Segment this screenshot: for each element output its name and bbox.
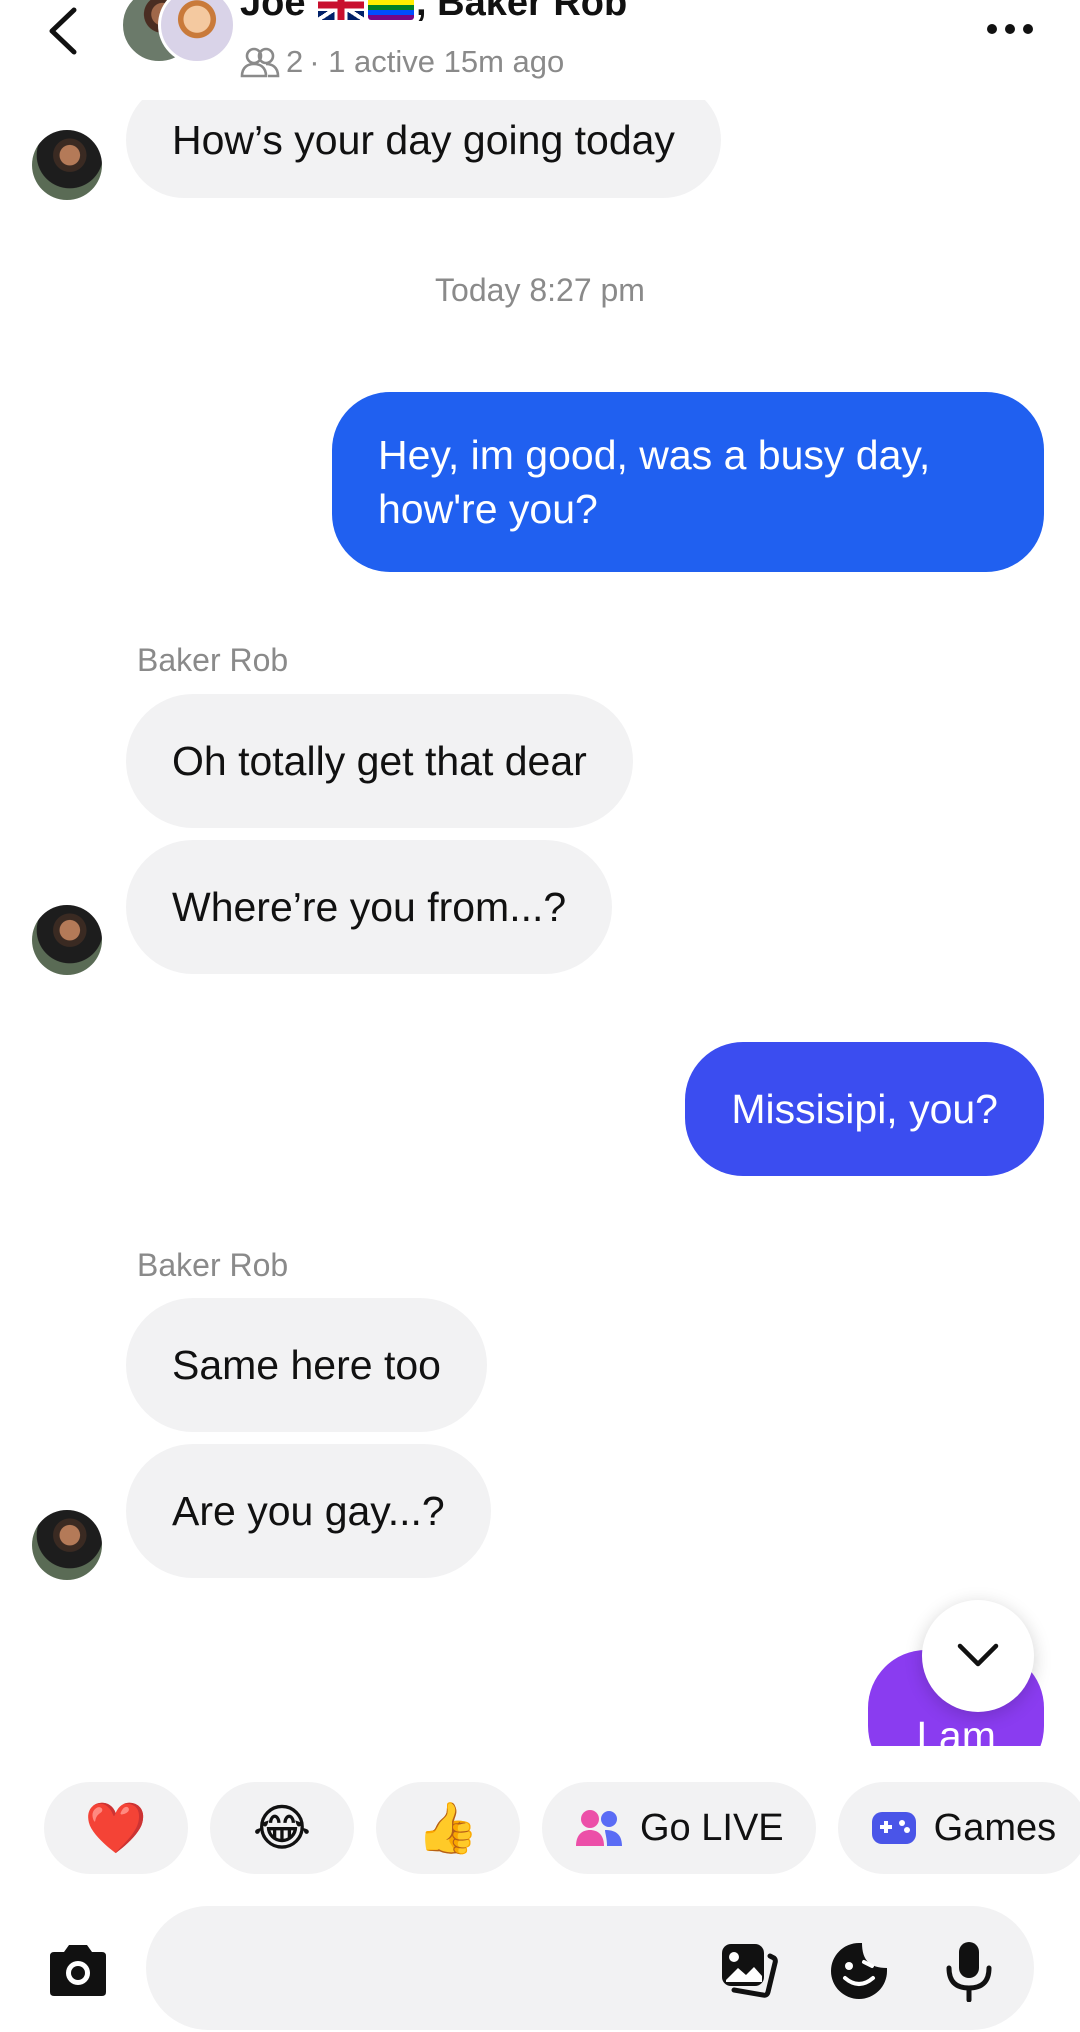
back-chevron-icon [49,7,77,55]
thumbs-up-emoji-icon: 👍 [416,1799,480,1856]
heart-emoji-icon: ❤️ [84,1799,148,1856]
active-status: · 1 active 15m ago [309,44,565,79]
chat-header: Joe , Baker Rob 2 · 1 active 15m ago [0,0,1080,100]
message-text: How’s your day going today [172,116,675,163]
quick-reaction-laugh[interactable]: 😂 [210,1782,354,1874]
gallery-icon[interactable] [718,1940,780,2002]
go-live-label: Go LIVE [640,1806,784,1849]
title-name-baker-rob: , Baker Rob [416,0,628,24]
more-dot [1005,24,1015,34]
quick-reaction-heart[interactable]: ❤️ [44,1782,188,1874]
message-bubble-incoming[interactable]: Where’re you from...? [126,840,613,974]
quick-actions-row: ❤️ 😂 👍 Go LIVE Games [44,1782,1080,1874]
go-live-button[interactable]: Go LIVE [542,1782,816,1874]
message-bubble-outgoing[interactable]: Hey, im good, was a busy day, how're you… [332,392,1044,572]
quick-reaction-thumbs-up[interactable]: 👍 [376,1782,520,1874]
sender-name: Baker Rob [137,1247,289,1283]
more-dot [1023,24,1033,34]
message-composer [0,1900,1080,2032]
back-button[interactable] [40,2,86,60]
title-name-joe: Joe [240,0,306,24]
sender-name: Baker Rob [137,642,289,678]
member-count: 2 [286,44,304,79]
chat-subtitle: 2 · 1 active 15m ago [240,44,564,80]
chevron-down-icon [957,1643,999,1667]
microphone-icon[interactable] [938,1940,1000,2002]
message-text-line1: Hey, im good, was a busy day, [378,432,931,478]
message-bubble-outgoing[interactable]: Missisipi, you? [685,1042,1044,1176]
sender-avatar[interactable] [32,1510,102,1580]
game-controller-icon [871,1812,916,1844]
scroll-to-bottom-button[interactable] [922,1600,1034,1712]
message-text-line2: how're you? [378,486,598,532]
message-text: Are you gay...? [172,1487,445,1534]
rainbow-flag-icon [368,0,415,20]
games-button[interactable]: Games [837,1782,1080,1874]
more-dots-icon [987,24,997,34]
group-people-icon [240,47,280,78]
sticker-icon[interactable] [828,1940,890,2002]
go-live-people-icon [576,1810,622,1846]
message-text: I am [916,1712,996,1747]
message-bubble-incoming[interactable]: Are you gay...? [126,1444,491,1578]
message-input-container[interactable] [146,1906,1034,2032]
message-text: Missisipi, you? [731,1085,998,1132]
message-input[interactable] [176,1906,700,2032]
camera-icon[interactable] [44,1942,112,1998]
sender-avatar[interactable] [32,130,102,200]
chat-title[interactable]: Joe , Baker Rob [240,0,627,25]
uk-flag-icon [318,0,365,20]
laugh-emoji-icon: 😂 [252,1800,312,1856]
group-avatar[interactable] [120,0,236,76]
message-timestamp: Today 8:27 pm [435,272,645,308]
chat-screen: Joe , Baker Rob 2 · 1 active 15m ago How… [0,0,1080,2032]
games-label: Games [933,1806,1057,1849]
message-bubble-incoming[interactable]: Same here too [126,1298,487,1432]
message-text: Where’re you from...? [172,883,567,930]
more-options-button[interactable] [980,4,1040,54]
message-bubble-incoming[interactable]: Oh totally get that dear [126,694,633,828]
message-text: Same here too [172,1341,441,1388]
message-text: Oh totally get that dear [172,737,587,784]
sender-avatar[interactable] [32,905,102,975]
